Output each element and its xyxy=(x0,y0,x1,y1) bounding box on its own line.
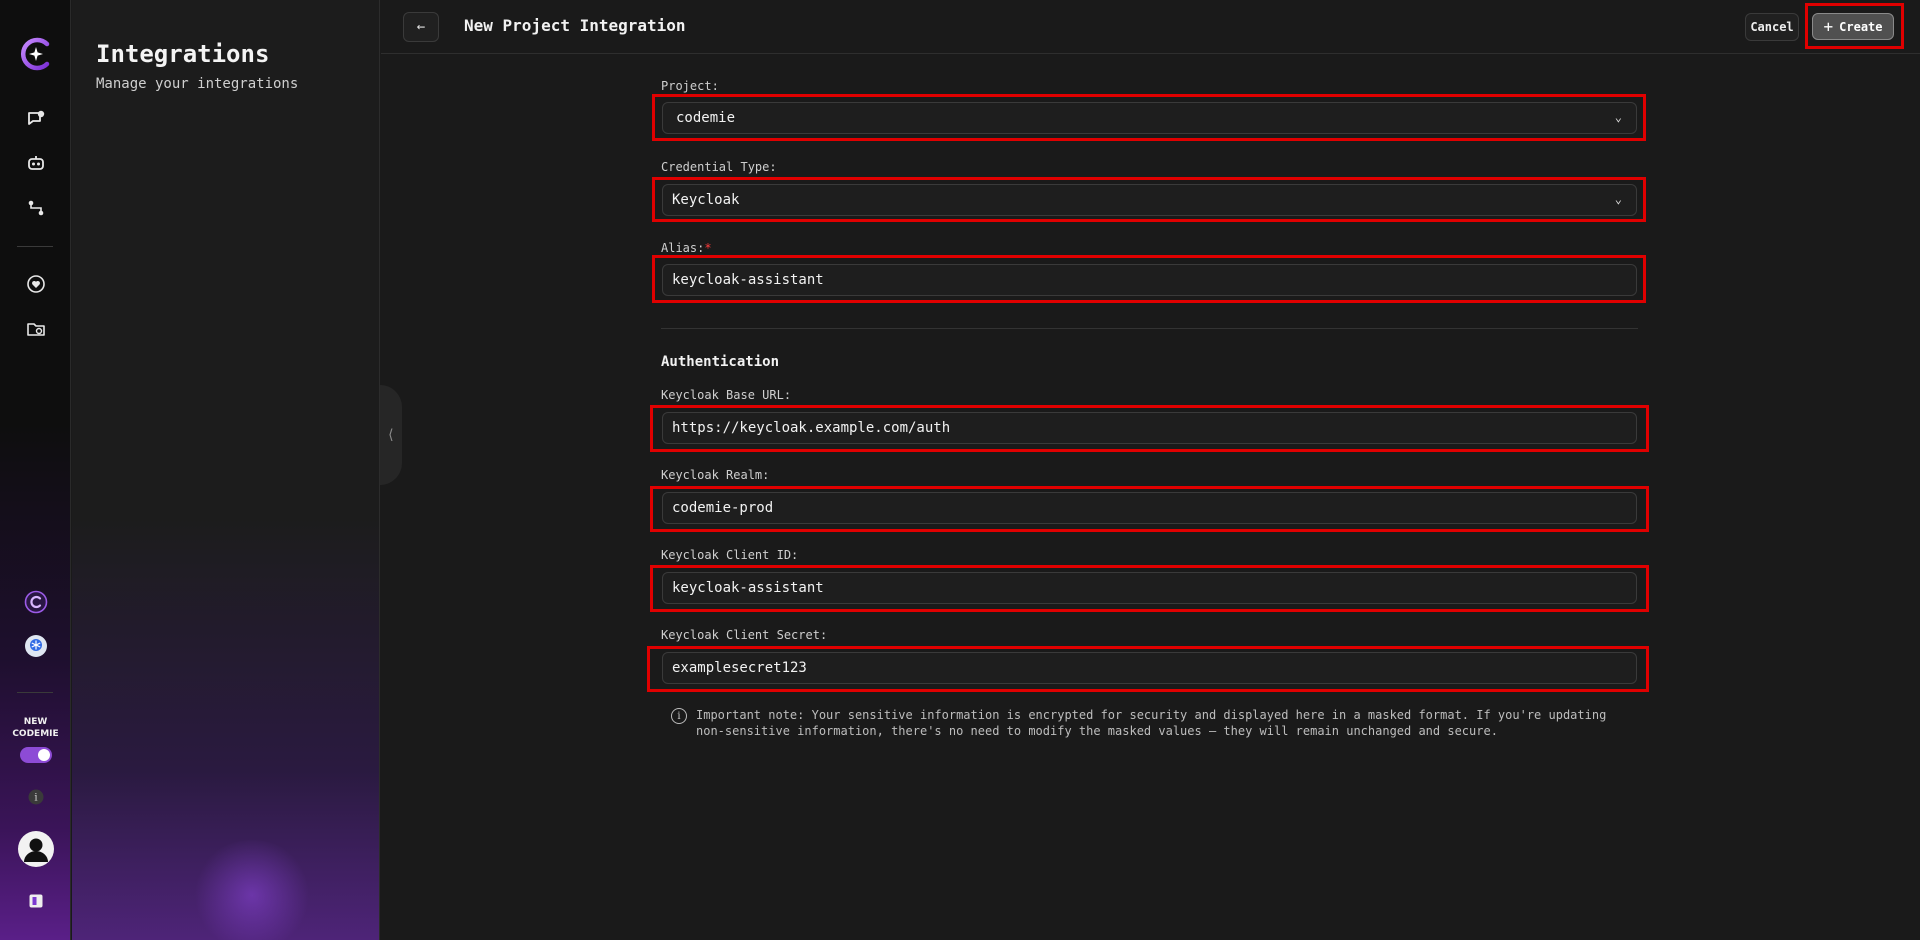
base-url-input[interactable]: https://keycloak.example.com/auth xyxy=(662,412,1637,444)
client-id-label: Keycloak Client ID: xyxy=(661,548,799,562)
info-icon[interactable]: i xyxy=(0,788,71,806)
security-note-line-2: non-sensitive information, there's no ne… xyxy=(696,724,1498,738)
new-codemie-label-line-2: CODEMIE xyxy=(12,729,59,739)
integrations-panel: Integrations Manage your integrations xyxy=(72,0,380,940)
base-url-label: Keycloak Base URL: xyxy=(661,388,792,402)
rail-divider xyxy=(17,692,53,693)
panel-subtitle: Manage your integrations xyxy=(96,76,299,92)
chat-add-icon[interactable] xyxy=(0,108,71,130)
data-folder-icon[interactable] xyxy=(0,318,71,340)
create-button[interactable]: + Create xyxy=(1812,13,1894,40)
chevron-down-icon: ⌄ xyxy=(1614,192,1622,206)
svg-text:i: i xyxy=(34,793,37,804)
new-codemie-label: NEW CODEMIE xyxy=(0,716,71,740)
client-id-input[interactable]: keycloak-assistant xyxy=(662,572,1637,604)
collapse-panel-button[interactable]: ⟨ xyxy=(380,385,402,485)
create-button-highlight: + Create xyxy=(1805,3,1904,49)
codemie-logo-icon[interactable] xyxy=(0,36,71,72)
chevron-down-icon: ⌄ xyxy=(1614,110,1622,124)
alias-label-text: Alias: xyxy=(661,241,705,255)
user-avatar-icon[interactable] xyxy=(0,830,71,868)
info-circle-icon: i xyxy=(671,708,687,724)
project-select-value: codemie xyxy=(676,110,736,126)
assistant-bot-icon[interactable] xyxy=(0,152,71,174)
realm-input[interactable]: codemie-prod xyxy=(662,492,1637,524)
icon-rail: NEW CODEMIE i xyxy=(0,0,71,940)
credential-type-select-value: Keycloak xyxy=(672,192,740,208)
client-secret-label: Keycloak Client Secret: xyxy=(661,628,828,642)
section-divider xyxy=(661,328,1638,329)
security-note: Important note: Your sensitive informati… xyxy=(696,707,1626,739)
new-codemie-toggle[interactable] xyxy=(19,747,52,763)
arrow-left-icon: ← xyxy=(416,19,426,35)
kubernetes-icon[interactable] xyxy=(0,634,71,658)
page-title: New Project Integration xyxy=(464,16,686,35)
alias-input-value: keycloak-assistant xyxy=(672,272,824,288)
credential-type-select[interactable]: Keycloak ⌄ xyxy=(662,184,1637,216)
cancel-button[interactable]: Cancel xyxy=(1745,13,1799,41)
workflow-icon[interactable] xyxy=(0,197,71,219)
new-codemie-toggle-wrap xyxy=(0,747,71,763)
project-label: Project: xyxy=(661,79,719,93)
client-secret-input[interactable]: examplesecret123 xyxy=(662,652,1637,684)
rail-divider xyxy=(17,246,53,247)
panel-title: Integrations xyxy=(96,40,270,68)
chevron-left-icon: ⟨ xyxy=(386,427,396,443)
create-button-label: Create xyxy=(1839,19,1883,34)
back-button[interactable]: ← xyxy=(403,12,439,42)
project-select[interactable]: codemie ⌄ xyxy=(662,102,1637,134)
page-header: ← New Project Integration Cancel + Creat… xyxy=(381,0,1920,54)
codemie-circle-icon[interactable] xyxy=(0,590,71,614)
heart-icon[interactable] xyxy=(0,273,71,295)
realm-input-value: codemie-prod xyxy=(672,500,774,516)
realm-label: Keycloak Realm: xyxy=(661,468,770,482)
client-secret-input-value: examplesecret123 xyxy=(672,660,807,676)
panel-glow-decoration xyxy=(192,840,312,940)
plus-icon: + xyxy=(1823,17,1834,36)
required-mark: * xyxy=(704,241,712,255)
base-url-input-value: https://keycloak.example.com/auth xyxy=(672,420,951,436)
client-id-input-value: keycloak-assistant xyxy=(672,580,824,596)
new-codemie-label-line-1: NEW xyxy=(23,717,48,727)
help-book-icon[interactable] xyxy=(0,892,71,910)
authentication-section-title: Authentication xyxy=(661,354,780,370)
security-note-line-1: Important note: Your sensitive informati… xyxy=(696,708,1607,722)
credential-type-label: Credential Type: xyxy=(661,160,777,174)
alias-input[interactable]: keycloak-assistant xyxy=(662,264,1637,296)
alias-label: Alias:* xyxy=(661,241,712,255)
